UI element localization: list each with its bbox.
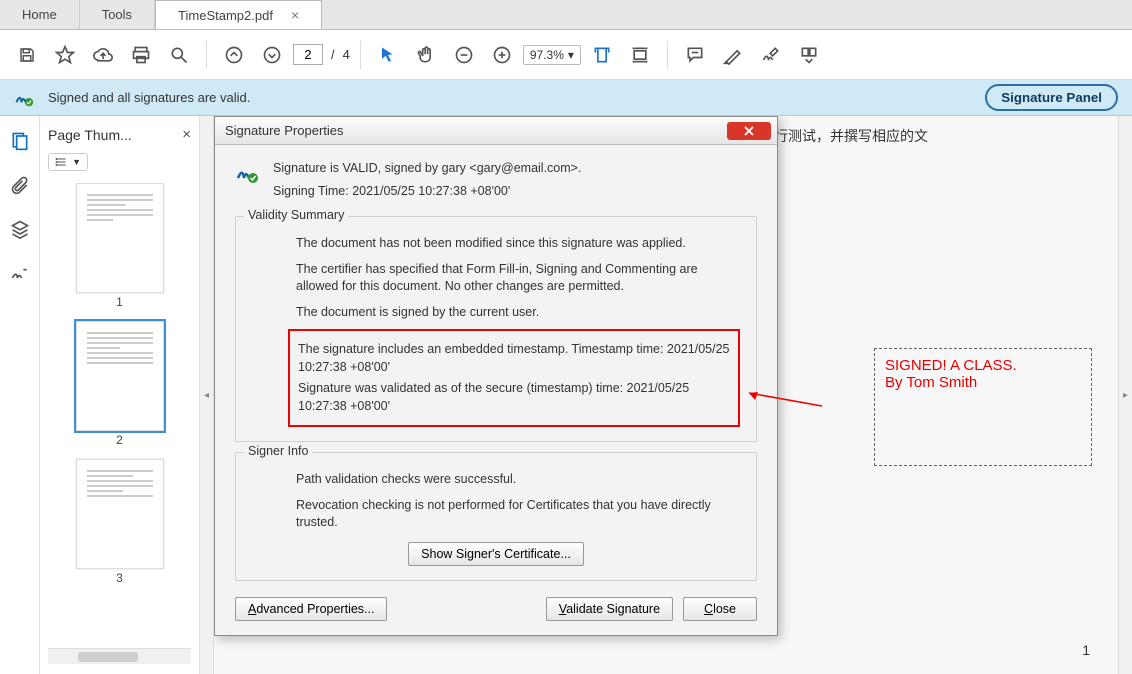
thumbnails-icon[interactable]	[9, 130, 31, 152]
page-current-input[interactable]	[293, 44, 323, 65]
close-icon[interactable]: ×	[182, 126, 191, 143]
zoom-out-icon[interactable]	[447, 38, 481, 72]
thumbnail-number: 3	[76, 571, 164, 585]
validity-item: The certifier has specified that Form Fi…	[296, 261, 740, 296]
pointer-icon[interactable]	[371, 38, 405, 72]
document-text: 行测试，并撰写相应的文	[774, 126, 928, 146]
page-number-label: 1	[1082, 642, 1090, 658]
signatures-icon[interactable]	[9, 262, 31, 284]
stamp-line: SIGNED! A CLASS.	[885, 357, 1081, 374]
timestamp-item: The signature includes an embedded times…	[298, 341, 730, 376]
dialog-title: Signature Properties	[225, 123, 344, 138]
search-icon[interactable]	[162, 38, 196, 72]
sidebar-rail	[0, 116, 40, 674]
separator	[360, 41, 361, 69]
signer-item: Path validation checks were successful.	[296, 471, 740, 489]
tab-label: Tools	[102, 7, 132, 22]
annotation-arrow	[744, 388, 824, 408]
fit-width-icon[interactable]	[585, 38, 619, 72]
advanced-properties-button[interactable]: Advanced Properties...	[235, 597, 387, 621]
timestamp-highlight-box: The signature includes an embedded times…	[288, 329, 740, 427]
page-up-icon[interactable]	[217, 38, 251, 72]
star-icon[interactable]	[48, 38, 82, 72]
signature-valid-text: Signature is VALID, signed by gary <gary…	[273, 157, 581, 180]
chevron-down-icon: ▾	[568, 48, 574, 62]
zoom-select[interactable]: 97.3% ▾	[523, 45, 581, 65]
dialog-close-button[interactable]	[727, 122, 771, 140]
validate-signature-button[interactable]: Validate Signature	[546, 597, 673, 621]
signature-stamp[interactable]: SIGNED! A CLASS. By Tom Smith	[874, 348, 1092, 466]
thumbnail-page[interactable]	[76, 459, 164, 569]
signature-panel-button[interactable]: Signature Panel	[985, 84, 1118, 111]
tab-label: TimeStamp2.pdf	[178, 8, 273, 23]
highlight-icon[interactable]	[716, 38, 750, 72]
separator	[667, 41, 668, 69]
comment-icon[interactable]	[678, 38, 712, 72]
zoom-value: 97.3%	[530, 48, 564, 62]
main-area: Page Thum... × ▼ 1 2 3 ◂ 行测试，并撰写相应的文	[0, 116, 1132, 674]
fit-page-icon[interactable]	[623, 38, 657, 72]
thumbnails-title: Page Thum...	[48, 127, 132, 143]
app-tabs: Home Tools TimeStamp2.pdf ×	[0, 0, 1132, 30]
cloud-upload-icon[interactable]	[86, 38, 120, 72]
show-certificate-button[interactable]: Show Signer's Certificate...	[408, 542, 584, 566]
page-separator: /	[331, 47, 335, 62]
thumbnail-page[interactable]	[76, 183, 164, 293]
validity-legend: Validity Summary	[244, 208, 348, 222]
hand-icon[interactable]	[409, 38, 443, 72]
tab-tools[interactable]: Tools	[80, 0, 155, 29]
collapse-left-handle[interactable]: ◂	[200, 116, 214, 674]
separator	[206, 41, 207, 69]
tab-label: Home	[22, 7, 57, 22]
dialog-titlebar[interactable]: Signature Properties	[215, 117, 777, 145]
document-viewport[interactable]: 行测试，并撰写相应的文 Signature Properties Signatu…	[214, 116, 1132, 674]
banner-message: Signed and all signatures are valid.	[48, 90, 250, 105]
thumbnail-list: 1 2 3	[48, 183, 191, 648]
toolbar: / 4 97.3% ▾	[0, 30, 1132, 80]
thumbnail-number: 1	[76, 295, 164, 309]
thumbnails-panel: Page Thum... × ▼ 1 2 3	[40, 116, 200, 674]
thumbnail-number: 2	[76, 433, 164, 447]
print-icon[interactable]	[124, 38, 158, 72]
signer-item: Revocation checking is not performed for…	[296, 497, 740, 532]
signature-valid-icon	[235, 161, 259, 202]
signing-time-text: Signing Time: 2021/05/25 10:27:38 +08'00…	[273, 180, 581, 203]
signer-legend: Signer Info	[244, 444, 312, 458]
close-button[interactable]: Close	[683, 597, 757, 621]
thumbnails-options[interactable]: ▼	[48, 153, 88, 171]
signature-properties-dialog: Signature Properties Signature is VALID,…	[214, 116, 778, 636]
layers-icon[interactable]	[9, 218, 31, 240]
thumbs-scrollbar[interactable]	[48, 648, 191, 664]
stamp-line: By Tom Smith	[885, 374, 1081, 391]
signer-info-group: Signer Info Path validation checks were …	[235, 452, 757, 581]
attachments-icon[interactable]	[9, 174, 31, 196]
validity-summary-group: Validity Summary The document has not be…	[235, 216, 757, 442]
page-total: 4	[343, 47, 350, 62]
collapse-right-handle[interactable]: ▸	[1118, 116, 1132, 674]
more-tools-icon[interactable]	[792, 38, 826, 72]
thumbnail-page[interactable]	[76, 321, 164, 431]
tab-document[interactable]: TimeStamp2.pdf ×	[155, 0, 322, 29]
close-icon[interactable]: ×	[291, 7, 299, 23]
tab-home[interactable]: Home	[0, 0, 80, 29]
save-icon[interactable]	[10, 38, 44, 72]
signature-valid-icon	[14, 88, 34, 108]
validity-item: The document is signed by the current us…	[296, 304, 740, 322]
timestamp-item: Signature was validated as of the secure…	[298, 380, 730, 415]
page-down-icon[interactable]	[255, 38, 289, 72]
zoom-in-icon[interactable]	[485, 38, 519, 72]
validity-item: The document has not been modified since…	[296, 235, 740, 253]
sign-icon[interactable]	[754, 38, 788, 72]
signature-banner: Signed and all signatures are valid. Sig…	[0, 80, 1132, 116]
